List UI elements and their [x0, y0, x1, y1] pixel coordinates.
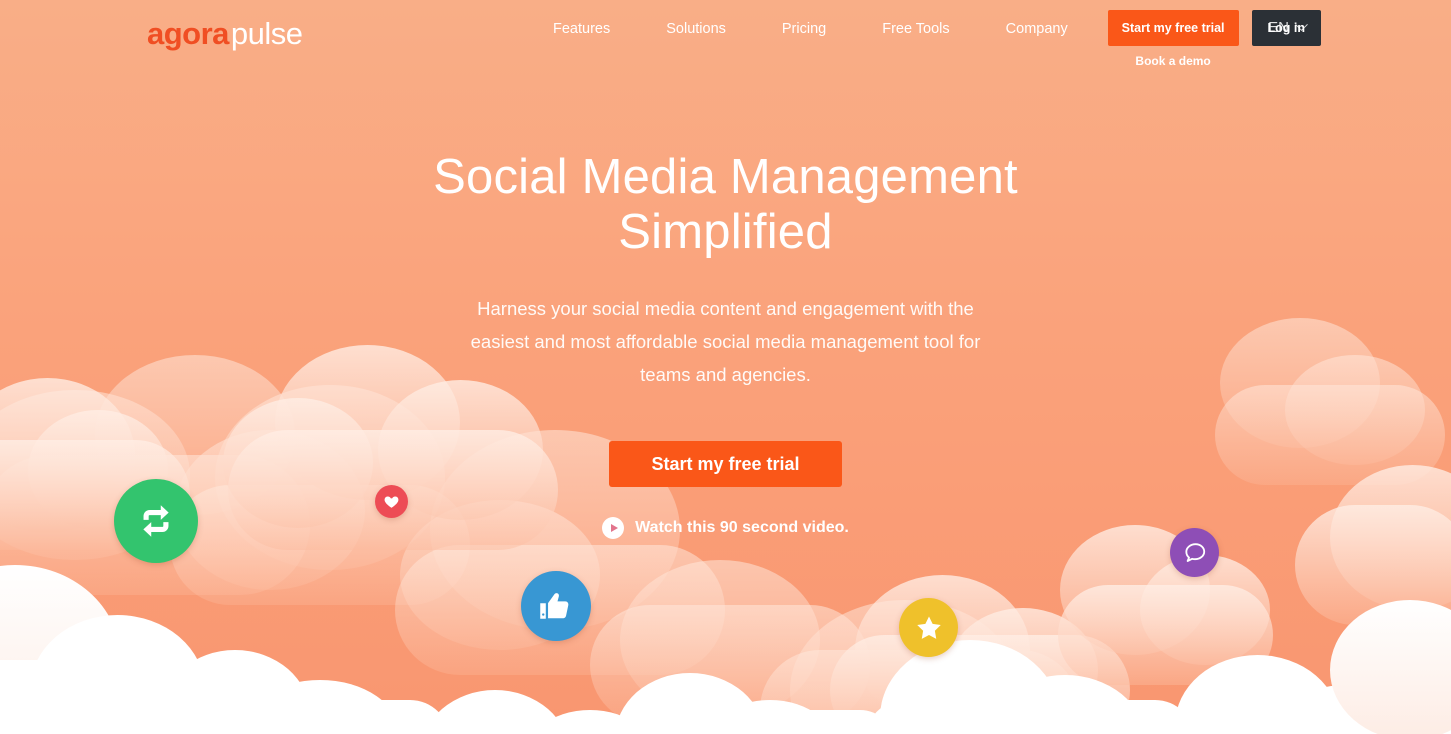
nav-item-company[interactable]: Company	[978, 19, 1096, 39]
landing-page: agorapulse Features Solutions Pricing Fr…	[0, 0, 1451, 734]
star-badge[interactable]	[899, 598, 958, 657]
cloud-front	[420, 690, 570, 734]
hero-section: Social Media Management Simplified Harne…	[0, 150, 1451, 539]
cloud-front	[880, 640, 1060, 734]
cloud-front	[0, 660, 230, 734]
logo-text-agora: agora	[147, 16, 229, 51]
retweet-icon	[134, 499, 178, 543]
cloud-front	[240, 680, 400, 734]
cloud-back	[590, 605, 870, 725]
cloud-back	[620, 560, 820, 720]
chevron-down-icon	[1295, 18, 1308, 32]
hero-start-trial-button[interactable]: Start my free trial	[609, 441, 842, 487]
hero-video-wrapper: Watch this 90 second video.	[0, 487, 1451, 539]
cloud-front	[615, 673, 765, 734]
site-header: agorapulse Features Solutions Pricing Fr…	[0, 0, 1451, 80]
watch-video-link[interactable]: Watch this 90 second video.	[602, 517, 849, 539]
cloud-back	[760, 650, 1080, 734]
cloud-front	[150, 700, 450, 734]
headline-line-1: Social Media Management	[433, 150, 1018, 204]
cloud-front	[1270, 685, 1420, 734]
language-selector[interactable]: EN	[1268, 18, 1308, 36]
cloud-front	[605, 710, 895, 734]
cloud-front	[1330, 600, 1451, 734]
book-a-demo-link[interactable]: Book a demo	[1135, 54, 1210, 68]
hero-cta-wrapper: Start my free trial	[0, 391, 1451, 487]
retweet-badge[interactable]	[114, 479, 198, 563]
cloud-mid	[948, 608, 1098, 733]
header-trial-group: Start my free trial Book a demo	[1107, 10, 1239, 68]
headline-line-2: Simplified	[618, 205, 833, 259]
cloud-front	[520, 710, 660, 734]
nav-item-features[interactable]: Features	[525, 19, 638, 39]
cloud-front	[985, 675, 1145, 734]
nav-item-free-tools[interactable]: Free Tools	[854, 19, 977, 39]
heart-badge[interactable]	[375, 485, 408, 518]
logo-text-pulse: pulse	[230, 16, 303, 51]
page-title: Social Media Management Simplified	[0, 150, 1451, 260]
star-icon	[914, 613, 944, 643]
cloud-front	[700, 700, 840, 734]
speech-bubble-icon	[1182, 540, 1208, 566]
logo[interactable]: agorapulse	[147, 18, 303, 49]
cloud-front	[160, 650, 310, 734]
main-navigation: Features Solutions Pricing Free Tools Co…	[525, 19, 1096, 39]
cloud-front	[0, 565, 120, 734]
nav-item-solutions[interactable]: Solutions	[638, 19, 754, 39]
cloud-front	[410, 718, 710, 734]
nav-item-pricing[interactable]: Pricing	[754, 19, 854, 39]
thumbs-up-icon	[538, 588, 574, 624]
cloud-front	[865, 700, 1195, 734]
cloud-front	[1165, 705, 1451, 734]
language-label: EN	[1268, 19, 1289, 36]
heart-icon	[383, 493, 400, 510]
watch-video-label: Watch this 90 second video.	[635, 519, 849, 536]
cloud-mid	[830, 635, 1130, 734]
cloud-mid	[1058, 585, 1273, 685]
cloud-front	[30, 615, 205, 734]
cloud-front	[1175, 655, 1340, 734]
like-badge[interactable]	[521, 571, 591, 641]
comment-badge[interactable]	[1170, 528, 1219, 577]
play-icon	[602, 517, 625, 539]
header-start-trial-button[interactable]: Start my free trial	[1107, 10, 1239, 46]
hero-subheading: Harness your social media content and en…	[470, 298, 981, 385]
